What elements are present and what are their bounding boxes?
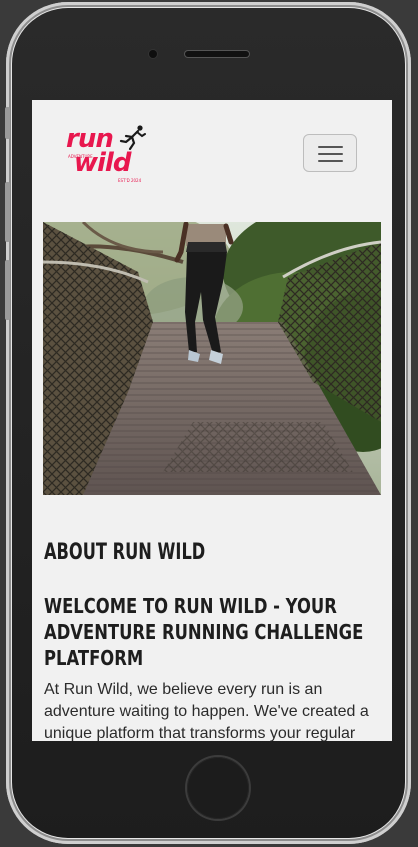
phone-screen: run ADVENTURE wild EST'D 2024 ABOUT RUN … (32, 100, 392, 741)
side-button-volume-up (5, 182, 10, 242)
about-section: About Run Wild Welcome to Run Wild - You… (44, 540, 382, 741)
hero-image (43, 222, 381, 495)
navbar-toggle-button[interactable] (303, 134, 357, 172)
logo-word-wild: wild (74, 148, 131, 178)
logo-tag-right: EST'D 2024 (118, 178, 142, 183)
about-heading: About Run Wild (44, 540, 206, 565)
home-button[interactable] (187, 757, 249, 819)
runner-icon (119, 125, 146, 151)
side-button-mute (5, 107, 10, 139)
welcome-subheading: Welcome to Run Wild - Your Adventure Run… (44, 594, 364, 670)
side-button-volume-down (5, 260, 10, 320)
earpiece-speaker (185, 51, 249, 57)
run-wild-logo[interactable]: run ADVENTURE wild EST'D 2024 (66, 124, 146, 184)
runner-walkway-photo (43, 222, 381, 495)
front-camera (149, 50, 157, 58)
about-paragraph: At Run Wild, we believe every run is an … (44, 681, 369, 741)
navbar: run ADVENTURE wild EST'D 2024 (32, 100, 392, 210)
